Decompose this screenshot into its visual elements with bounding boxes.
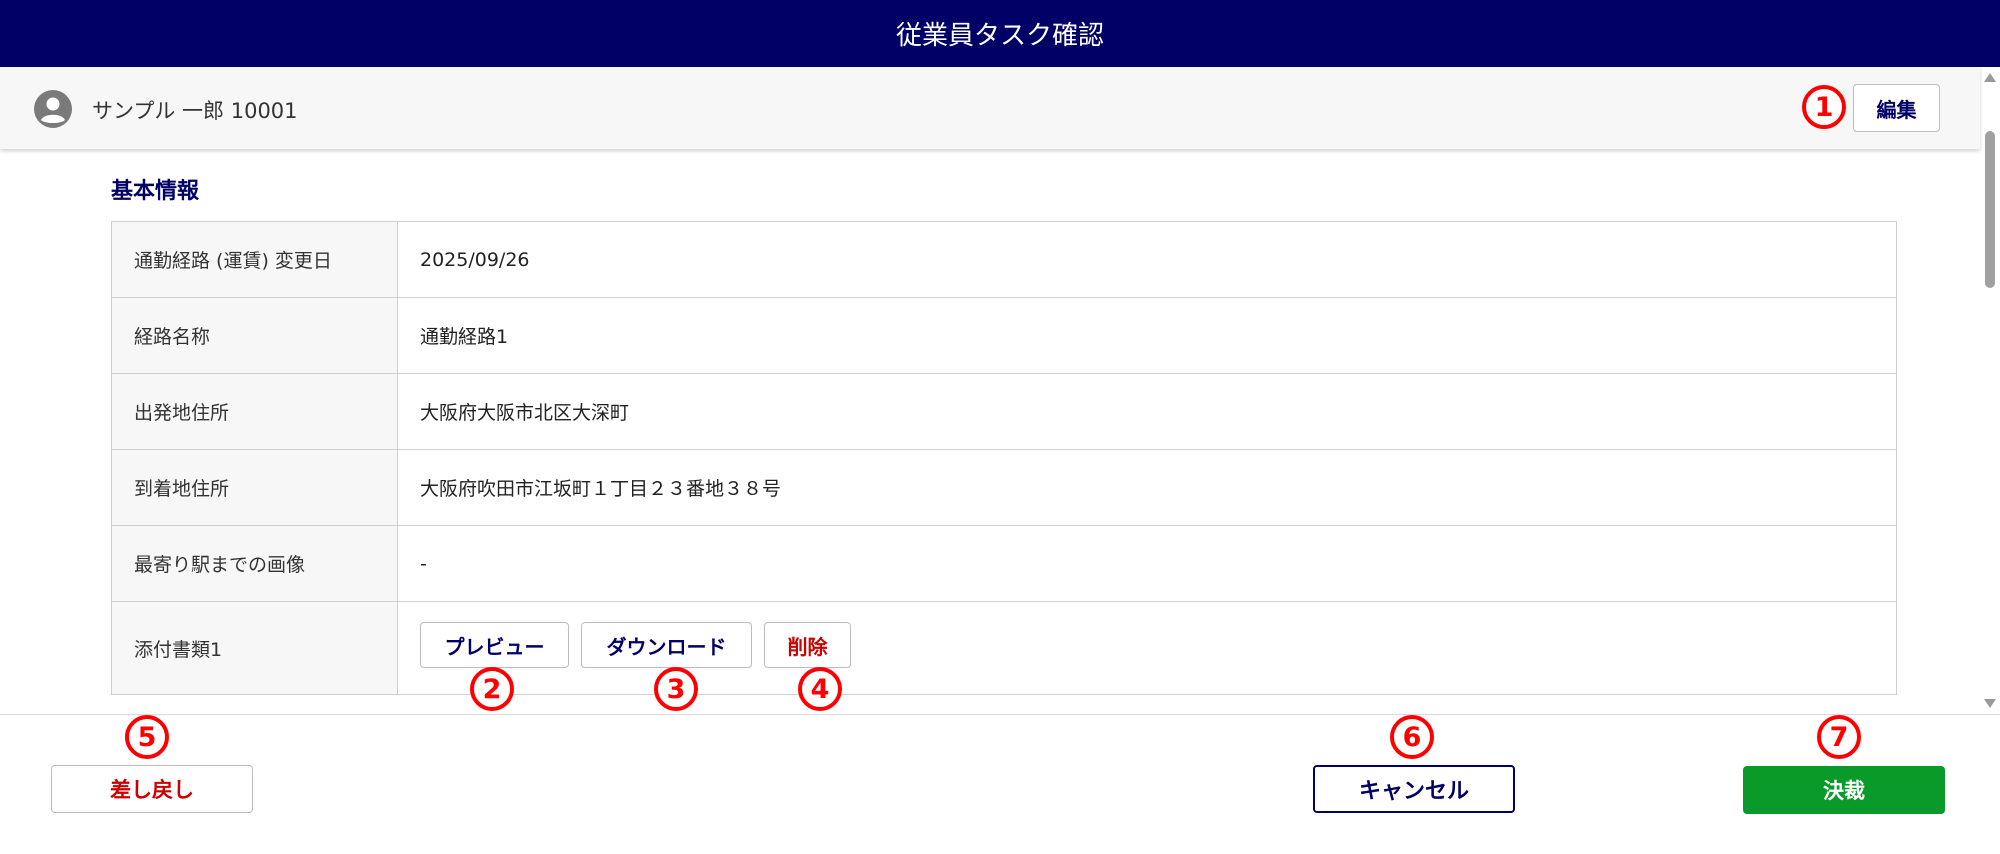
footer-bar: 差し戻し キャンセル 決裁 <box>0 714 2000 854</box>
title-bar: 従業員タスク確認 <box>0 0 2000 67</box>
row-value: 2025/09/26 <box>397 221 1897 298</box>
attachment-actions: プレビュー ダウンロード 削除 <box>397 601 1897 695</box>
annotation-marker-3: 3 <box>654 667 698 711</box>
page-title: 従業員タスク確認 <box>895 21 1104 51</box>
table-row: 添付書類1 プレビュー ダウンロード 削除 <box>111 601 1897 695</box>
info-table: 通勤経路 (運賃) 変更日 2025/09/26 経路名称 通勤経路1 出発地住… <box>111 221 1897 695</box>
vertical-scrollbar[interactable] <box>1980 67 2000 714</box>
row-value: - <box>397 525 1897 602</box>
scroll-thumb[interactable] <box>1985 131 1995 288</box>
user-name: サンプル 一郎 10001 <box>92 99 298 123</box>
main-content: 基本情報 通勤経路 (運賃) 変更日 2025/09/26 経路名称 通勤経路1… <box>0 149 1980 714</box>
approve-button[interactable]: 決裁 <box>1743 766 1945 814</box>
table-row: 最寄り駅までの画像 - <box>111 525 1897 602</box>
annotation-marker-7: 7 <box>1817 715 1861 759</box>
scroll-down-arrow-icon[interactable] <box>1984 699 1996 708</box>
row-label: 最寄り駅までの画像 <box>111 525 398 602</box>
annotation-marker-4: 4 <box>798 667 842 711</box>
table-row: 経路名称 通勤経路1 <box>111 297 1897 374</box>
cancel-button[interactable]: キャンセル <box>1313 765 1515 813</box>
table-row: 通勤経路 (運賃) 変更日 2025/09/26 <box>111 221 1897 298</box>
annotation-marker-5: 5 <box>125 715 169 759</box>
row-label: 添付書類1 <box>111 601 398 695</box>
send-back-button[interactable]: 差し戻し <box>51 765 253 813</box>
row-label: 通勤経路 (運賃) 変更日 <box>111 221 398 298</box>
user-bar: サンプル 一郎 10001 <box>0 67 1980 149</box>
delete-button[interactable]: 削除 <box>764 622 851 668</box>
user-circle-icon <box>33 89 73 129</box>
edit-button[interactable]: 編集 <box>1853 84 1940 132</box>
row-value: 大阪府吹田市江坂町１丁目２３番地３８号 <box>397 449 1897 526</box>
row-label: 到着地住所 <box>111 449 398 526</box>
scroll-up-arrow-icon[interactable] <box>1984 73 1996 82</box>
row-value: 大阪府大阪市北区大深町 <box>397 373 1897 450</box>
row-label: 出発地住所 <box>111 373 398 450</box>
download-button[interactable]: ダウンロード <box>581 622 752 668</box>
annotation-marker-1: 1 <box>1802 85 1846 129</box>
section-title: 基本情報 <box>111 179 200 204</box>
annotation-marker-2: 2 <box>470 667 514 711</box>
row-value: 通勤経路1 <box>397 297 1897 374</box>
row-label: 経路名称 <box>111 297 398 374</box>
preview-button[interactable]: プレビュー <box>420 622 569 668</box>
table-row: 出発地住所 大阪府大阪市北区大深町 <box>111 373 1897 450</box>
annotation-marker-6: 6 <box>1390 715 1434 759</box>
table-row: 到着地住所 大阪府吹田市江坂町１丁目２３番地３８号 <box>111 449 1897 526</box>
